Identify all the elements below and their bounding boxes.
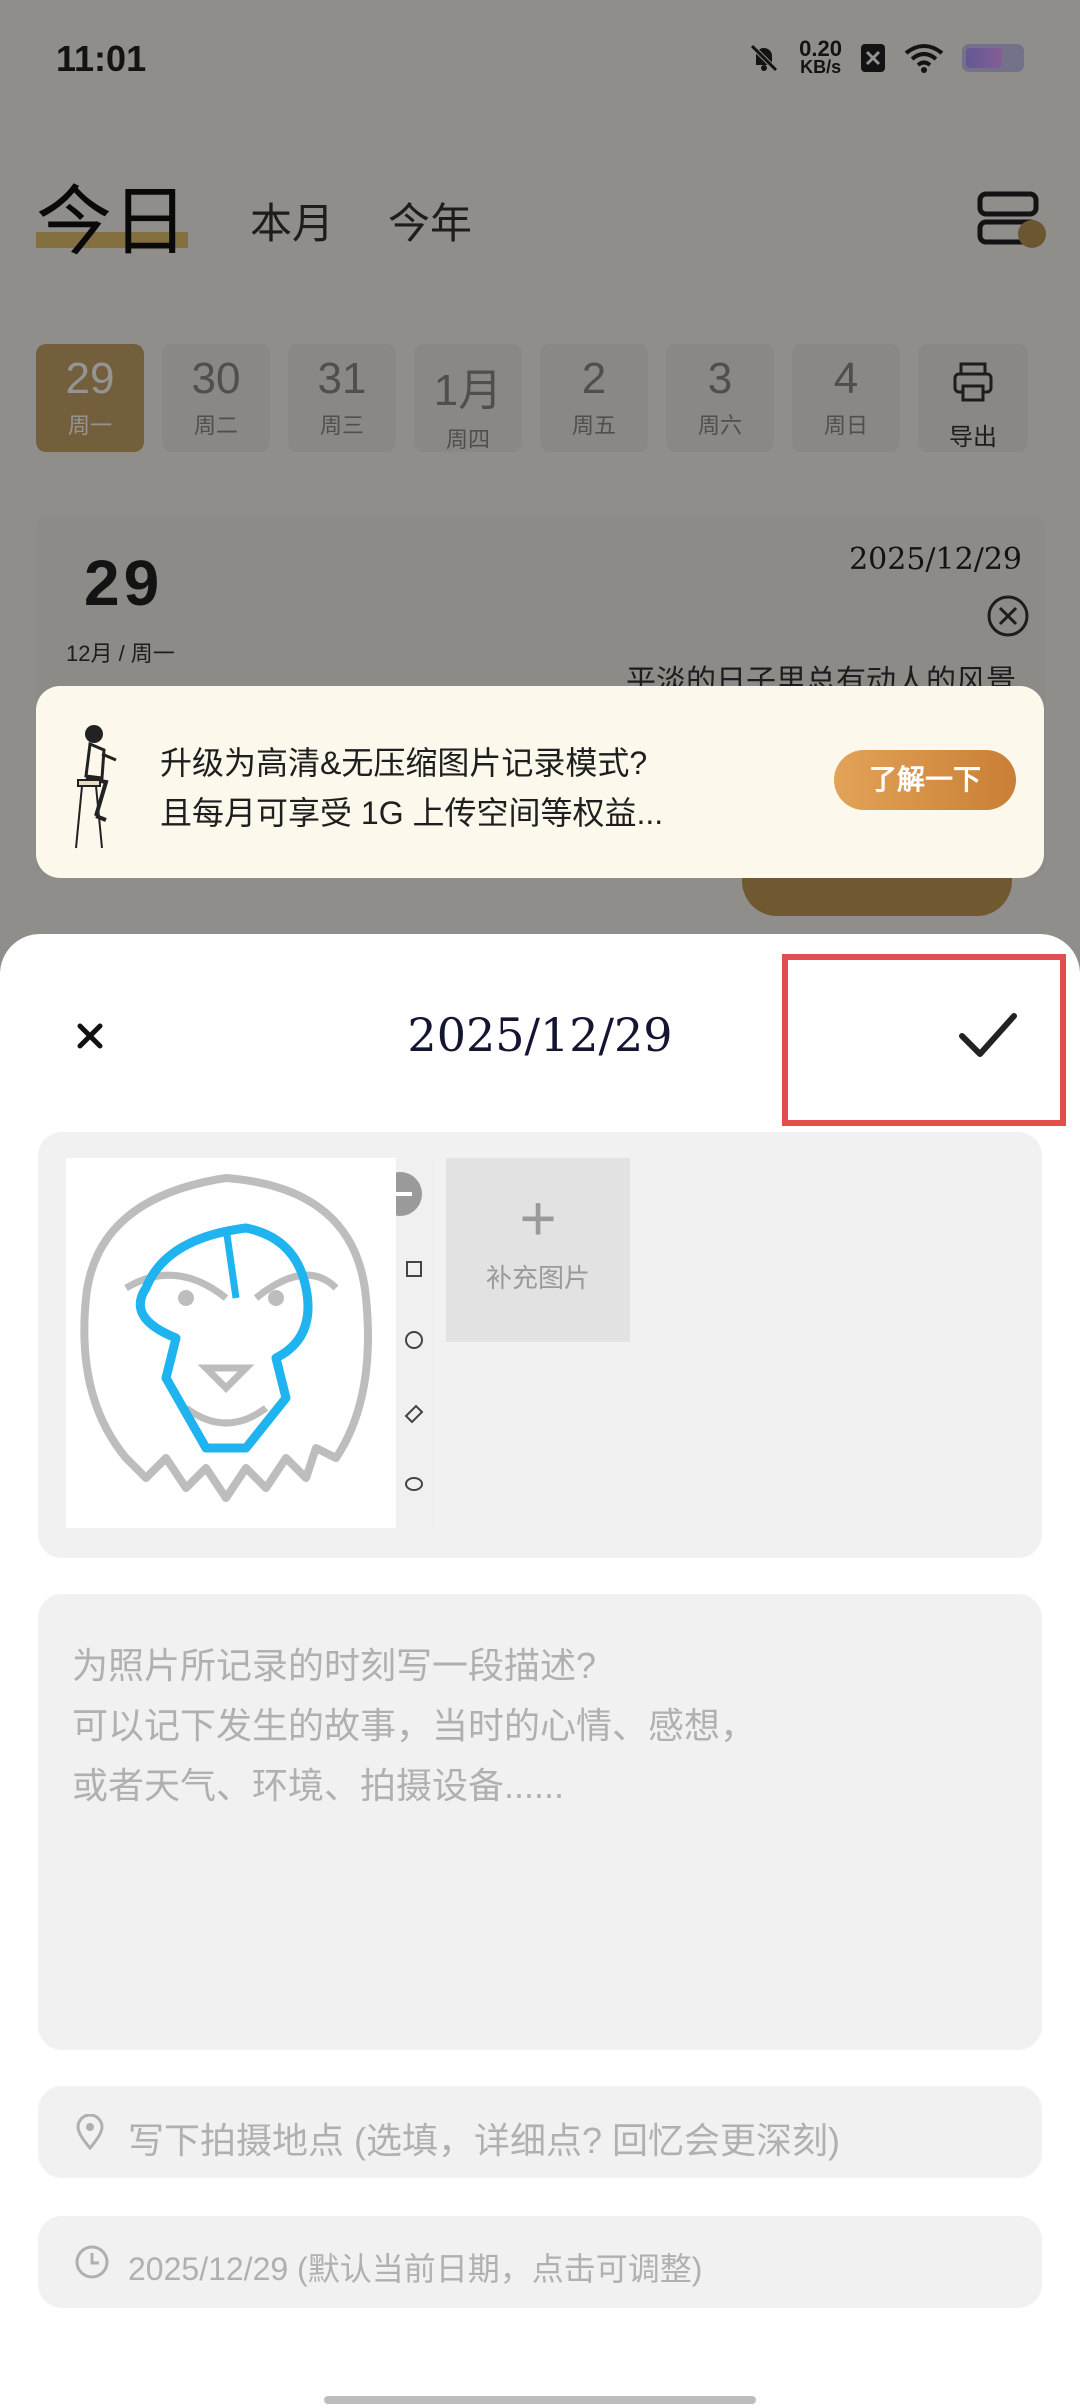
promo-subtitle: 且每月可享受 1G 上传空间等权益... [160,795,664,831]
rectangle-tool-icon[interactable] [406,1261,422,1277]
upgrade-promo-banner[interactable]: 升级为高清&无压缩图片记录模式? 且每月可享受 1G 上传空间等权益... 了解… [36,686,1044,878]
lion-sketch-image [80,1174,372,1502]
ellipse-tool-icon[interactable] [405,1477,423,1491]
circle-tool-icon[interactable] [405,1331,423,1349]
learn-more-button[interactable]: 了解一下 [834,750,1016,810]
location-input[interactable]: 写下拍摄地点 (选填，详细点? 回忆会更深刻) [38,2086,1042,2178]
photo-thumbnail[interactable] [66,1158,434,1528]
confirm-button[interactable] [782,954,1066,1126]
photo-panel: + 补充图片 [38,1132,1042,1558]
location-pin-icon [76,2114,104,2150]
location-placeholder: 写下拍摄地点 (选填，详细点? 回忆会更深刻) [128,2120,841,2161]
date-picker-field[interactable]: 2025/12/29 (默认当前日期，点击可调整) [38,2216,1042,2308]
person-reading-illustration [75,725,117,849]
record-editor-sheet: 2025/12/29 + 补充图片 为照片所记录的时刻写一段描述? 可以记下发生… [0,934,1080,2408]
description-input[interactable]: 为照片所记录的时刻写一段描述? 可以记下发生的故事，当时的心情、感想， 或者天气… [38,1594,1042,2050]
date-hint: 2025/12/29 (默认当前日期，点击可调整) [128,2251,703,2287]
description-placeholder: 为照片所记录的时刻写一段描述? 可以记下发生的故事，当时的心情、感想， 或者天气… [72,1645,757,1806]
clock-icon [75,2245,109,2279]
drawing-toolbar [378,1158,434,1528]
home-indicator[interactable] [324,2396,756,2404]
eraser-tool-icon[interactable] [404,1404,424,1424]
add-image-button[interactable]: + 补充图片 [446,1158,630,1342]
plus-icon: + [519,1182,557,1254]
promo-title: 升级为高清&无压缩图片记录模式? [160,745,648,781]
checkmark-icon [959,1013,1017,1057]
